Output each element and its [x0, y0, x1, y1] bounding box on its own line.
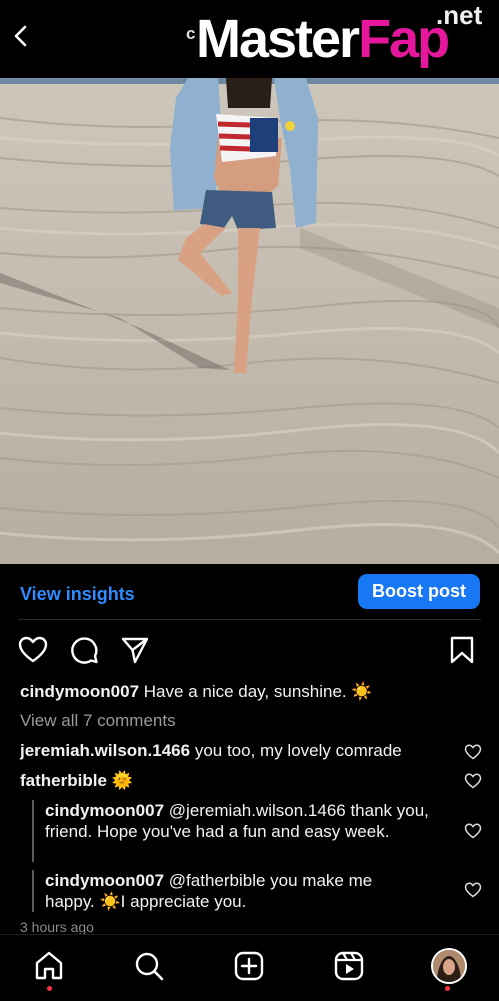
home-icon[interactable] [32, 949, 66, 983]
view-all-comments-link[interactable]: View all 7 comments [20, 711, 176, 731]
profile-avatar[interactable] [431, 948, 467, 984]
search-icon[interactable] [132, 949, 166, 983]
comment-item: fatherbible 🌞 [20, 770, 133, 791]
insights-row: View insights Boost post [0, 564, 499, 620]
bottom-navbar [0, 934, 499, 1001]
comment-text: you too, my lovely comrade [194, 741, 402, 760]
caption-username[interactable]: cindymoon007 [20, 682, 139, 701]
notification-dot [445, 986, 450, 991]
boost-post-button[interactable]: Boost post [358, 574, 480, 609]
reply-item: cindymoon007 @jeremiah.wilson.1466 thank… [45, 800, 435, 842]
post-timestamp: 3 hours ago [20, 919, 94, 935]
caption-emoji: ☀️ [351, 682, 373, 701]
reply-username[interactable]: cindymoon007 [45, 871, 164, 890]
watermark-logo: MasterFap [196, 8, 450, 70]
create-icon[interactable] [232, 949, 266, 983]
notification-dot [47, 986, 52, 991]
reply-thread-line [32, 870, 34, 912]
view-insights-link[interactable]: View insights [20, 584, 135, 605]
watermark-tld: .net [436, 0, 483, 30]
reels-icon[interactable] [332, 949, 366, 983]
comment-text: 🌞 [111, 771, 133, 790]
watermark-main: Master [196, 9, 360, 69]
comment-like-icon[interactable] [464, 743, 482, 761]
comment-item: jeremiah.wilson.1466 you too, my lovely … [20, 740, 402, 761]
caption-text: Have a nice day, sunshine. [143, 682, 347, 701]
comment-icon[interactable] [68, 634, 100, 666]
watermark-accent: Fap [358, 9, 450, 69]
reply-thread-line [32, 800, 34, 862]
comment-like-icon[interactable] [464, 822, 482, 840]
reply-item: cindymoon007 @fatherbible you make me ha… [45, 870, 425, 912]
comment-username[interactable]: fatherbible [20, 771, 107, 790]
comment-username[interactable]: jeremiah.wilson.1466 [20, 741, 190, 760]
post-actions [0, 632, 499, 672]
heart-icon[interactable] [17, 634, 49, 666]
top-header: c MasterFap .net [0, 0, 499, 78]
header-username[interactable]: c [186, 24, 195, 44]
send-icon[interactable] [119, 634, 151, 666]
divider [18, 619, 481, 620]
comment-like-icon[interactable] [464, 881, 482, 899]
bookmark-icon[interactable] [446, 634, 478, 666]
post-caption: cindymoon007 Have a nice day, sunshine. … [20, 682, 373, 702]
chevron-left-icon[interactable] [6, 22, 34, 50]
post-photo[interactable] [0, 78, 499, 564]
reply-username[interactable]: cindymoon007 [45, 801, 164, 820]
comment-like-icon[interactable] [464, 772, 482, 790]
